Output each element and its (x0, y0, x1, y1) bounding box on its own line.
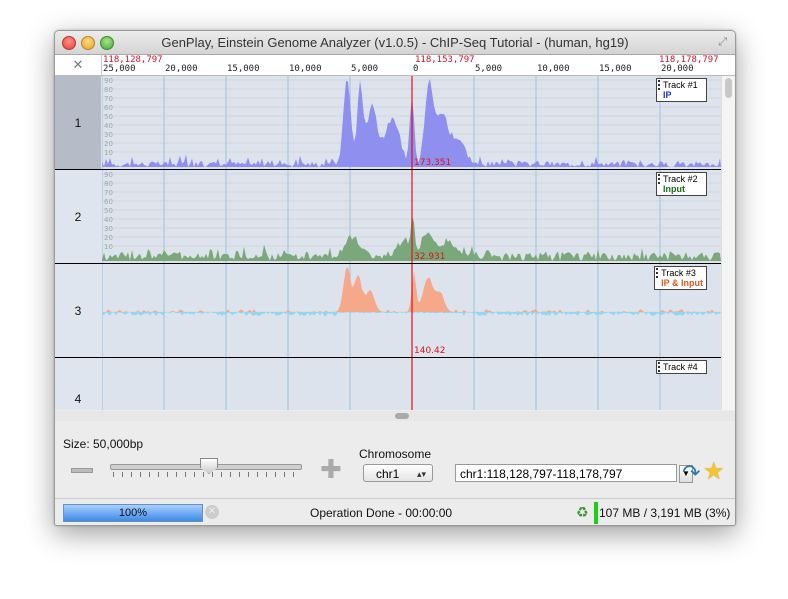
progress-text: 100% (118, 507, 148, 519)
track-2-name: Track #2 (663, 174, 698, 184)
ruler-tick: 20,000 (165, 64, 198, 74)
ruler-tick: 0 (413, 64, 419, 74)
track-1-type: IP (663, 90, 672, 100)
track-list[interactable]: 1 90 80 70 60 50 40 30 20 10 173.351 Track #1 IP … (55, 76, 735, 410)
size-label: Size: 50,000bp (63, 437, 144, 451)
y-axis-label: 20 (104, 234, 113, 242)
track-row-3[interactable]: 3 140.42 Track #3 IP & Input (55, 264, 735, 358)
y-axis-label: 50 (104, 113, 113, 121)
position-ruler[interactable]: ✕ 118,128,797 118,153,797 118,178,797 25… (55, 55, 735, 76)
y-axis-label: 50 (104, 207, 113, 215)
track-4-name: Track #4 (663, 362, 698, 372)
ruler-tick: 5,000 (475, 64, 503, 74)
track-handle-4[interactable]: 4 (55, 358, 101, 410)
track-label-2[interactable]: Track #2 Input (656, 172, 707, 196)
track-label-4[interactable]: Track #4 (656, 360, 707, 374)
favorite-star-icon[interactable]: ★ (703, 459, 725, 485)
window-title: GenPlay, Einstein Genome Analyzer (v1.0.… (161, 35, 629, 50)
ruler-tool-icon[interactable]: ✕ (55, 55, 102, 75)
ruler-tick: 15,000 (227, 64, 260, 74)
track-3-name: Track #3 (661, 268, 696, 278)
track-handle-2[interactable]: 2 (55, 170, 101, 263)
chromosome-value: chr1 (376, 467, 400, 481)
memory-usage-text: 107 MB / 3,191 MB (3%) (599, 506, 731, 520)
track-4-plot (101, 358, 661, 410)
fullscreen-icon[interactable]: ⤢ (718, 36, 727, 49)
progress-bar: 100% (63, 504, 203, 522)
track-label-1[interactable]: Track #1 IP (656, 78, 707, 102)
cursor-value: 32.931 (414, 252, 446, 262)
y-axis-label: 90 (104, 77, 113, 85)
track-row-4[interactable]: 4 Track #4 (55, 358, 735, 410)
split-pane-divider[interactable] (55, 411, 735, 421)
track-row-1[interactable]: 1 90 80 70 60 50 40 30 20 10 173.351 Track #1 IP (55, 76, 735, 170)
track-label-3[interactable]: Track #3 IP & Input (654, 266, 707, 290)
ruler-tick: 15,000 (599, 64, 632, 74)
status-bar: 100% ✕ Operation Done - 00:00:00 ♻ 107 M… (55, 498, 735, 525)
ruler-tick: 10,000 (537, 64, 570, 74)
y-axis-label: 30 (104, 225, 113, 233)
track-2-plot: 908070605040302010 32.931 (101, 170, 721, 263)
chromosome-label: Chromosome (359, 447, 432, 461)
y-axis-label: 10 (104, 243, 113, 251)
divider-handle[interactable] (395, 413, 409, 419)
scrollbar-thumb[interactable] (725, 78, 732, 98)
track-1-plot: 908070605040302010 173.351 (101, 76, 721, 169)
select-arrows-icon: ▴▾ (416, 469, 426, 479)
track-2-type: Input (663, 184, 685, 194)
y-axis-label: 40 (104, 216, 113, 224)
ruler-tick: 5,000 (351, 64, 379, 74)
y-axis-label: 70 (104, 189, 113, 197)
y-axis-label: 80 (104, 86, 113, 94)
y-axis-label: 80 (104, 180, 113, 188)
garbage-collect-icon[interactable]: ♻ (576, 504, 589, 521)
track-area-3[interactable]: 140.42 Track #3 IP & Input (101, 264, 721, 357)
ruler-center-position: 118,153,797 (415, 55, 475, 65)
track-area-2[interactable]: 90 80 70 60 50 40 30 20 10 32.931 Track #2 Input (101, 170, 721, 263)
track-row-2[interactable]: 2 90 80 70 60 50 40 30 20 10 32.931 Track #2 Inpu… (55, 170, 735, 264)
track-3-plot: 140.42 (101, 264, 721, 357)
y-axis-label: 70 (104, 95, 113, 103)
ruler-tick: 25,000 (103, 64, 136, 74)
zoom-slider-ticks (113, 472, 299, 477)
y-axis-label: 90 (104, 171, 113, 179)
zoom-in-icon[interactable]: ✚ (320, 456, 342, 482)
zoom-out-icon[interactable] (71, 468, 93, 473)
y-axis-label: 10 (104, 149, 113, 157)
track-area-1[interactable]: 90 80 70 60 50 40 30 20 10 173.351 Track #1 IP (101, 76, 721, 169)
genplay-window: GenPlay, Einstein Genome Analyzer (v1.0.… (54, 30, 736, 526)
y-axis-label: 40 (104, 122, 113, 130)
y-axis-label: 20 (104, 140, 113, 148)
operation-status: Operation Done - 00:00:00 (310, 506, 453, 520)
track-handle-3[interactable]: 3 (55, 264, 101, 357)
track-scrollbar[interactable] (721, 76, 735, 410)
track-3-type: IP & Input (661, 278, 703, 288)
cancel-operation-icon[interactable]: ✕ (205, 505, 219, 519)
title-bar: GenPlay, Einstein Genome Analyzer (v1.0.… (55, 31, 735, 55)
memory-usage-bar (594, 502, 598, 524)
y-axis-label: 60 (104, 198, 113, 206)
chromosome-select[interactable]: chr1 ▴▾ (363, 464, 433, 482)
position-input[interactable]: chr1:118,128,797-118,178,797 (455, 464, 677, 482)
ruler-tick: 20,000 (661, 64, 694, 74)
ruler-tick: 10,000 (289, 64, 322, 74)
track-handle-1[interactable]: 1 (55, 76, 101, 169)
track-1-name: Track #1 (663, 80, 698, 90)
track-area-4[interactable]: Track #4 (101, 358, 721, 410)
cursor-value: 140.42 (414, 346, 446, 356)
go-arrow-icon[interactable]: ↷ (682, 461, 700, 485)
cursor-value: 173.351 (414, 158, 451, 168)
y-axis-label: 30 (104, 131, 113, 139)
y-axis-label: 60 (104, 104, 113, 112)
